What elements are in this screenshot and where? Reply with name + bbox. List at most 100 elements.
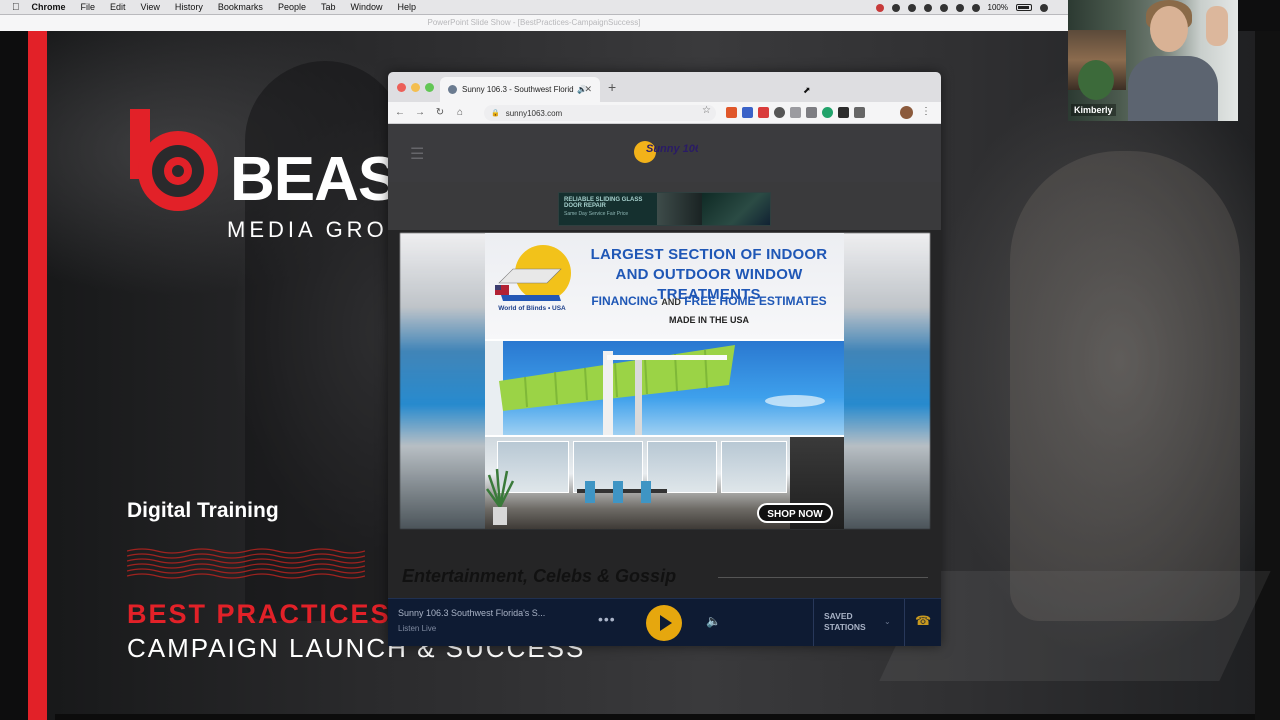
- puzzle-extensions-icon[interactable]: [838, 107, 849, 118]
- hamburger-menu-icon[interactable]: ☰: [410, 144, 424, 164]
- window-treatments-ad[interactable]: World of Blinds • USA LARGEST SECTION OF…: [485, 233, 844, 529]
- extension-icon[interactable]: [806, 107, 817, 118]
- player-station-name[interactable]: Sunny 106.3 Southwest Florida's S...: [398, 608, 563, 618]
- site-header: ☰ Sunny 106.3: [388, 124, 941, 182]
- window-close-button[interactable]: [397, 83, 406, 92]
- menu-edit[interactable]: Edit: [110, 2, 126, 12]
- player-divider: [813, 599, 814, 646]
- volume-icon[interactable]: [971, 3, 980, 12]
- powerpoint-window-title: PowerPoint Slide Show - [BestPractices-C…: [0, 15, 1068, 31]
- plant-icon: [485, 468, 515, 525]
- battery-percent: 100%: [987, 3, 1008, 12]
- reload-button[interactable]: ↻: [430, 107, 450, 118]
- menu-people[interactable]: People: [278, 2, 306, 12]
- window-maximize-button[interactable]: [425, 83, 434, 92]
- apple-icon[interactable]: : [12, 2, 20, 13]
- ad-header: World of Blinds • USA LARGEST SECTION OF…: [485, 233, 844, 339]
- menu-bookmarks[interactable]: Bookmarks: [218, 2, 263, 12]
- record-icon[interactable]: [875, 3, 884, 12]
- chrome-menu-icon[interactable]: ⋮: [921, 106, 931, 117]
- more-options-icon[interactable]: •••: [598, 611, 616, 627]
- lock-icon[interactable]: 🔒: [491, 109, 500, 117]
- background-woman-silhouette: [1010, 151, 1240, 621]
- room-window: [573, 441, 643, 493]
- extensions-area: [726, 107, 865, 118]
- logo-subtitle: MEDIA GROUP: [227, 219, 390, 241]
- dropbox-icon[interactable]: [907, 3, 916, 12]
- digital-training-label: Digital Training: [127, 499, 279, 522]
- bluetooth-icon[interactable]: [923, 3, 932, 12]
- extension-icon[interactable]: [790, 107, 801, 118]
- slide-bottom-bar: [55, 714, 1255, 720]
- webcam-person-face: [1150, 6, 1188, 52]
- best-practices-title: BEST PRACTICES: [127, 599, 391, 629]
- menu-chrome[interactable]: Chrome: [32, 2, 66, 12]
- menu-help[interactable]: Help: [398, 2, 417, 12]
- extension-icon[interactable]: [742, 107, 753, 118]
- volume-icon[interactable]: 🔈: [706, 614, 721, 628]
- ad-and: AND: [661, 297, 681, 307]
- decorative-wave-pattern: [127, 548, 365, 579]
- menu-file[interactable]: File: [81, 2, 96, 12]
- player-status: Listen Live: [398, 624, 437, 633]
- play-button[interactable]: [646, 605, 682, 641]
- slide-right-strip: [1255, 31, 1280, 720]
- ad-financing-line: FINANCING AND FREE HOME ESTIMATES: [580, 294, 838, 308]
- extension-icon[interactable]: [726, 107, 737, 118]
- display-icon[interactable]: [1040, 3, 1048, 12]
- room-window: [647, 441, 717, 493]
- battery-icon[interactable]: [1016, 4, 1032, 11]
- webcam-side-gap: [1238, 0, 1280, 31]
- logo-wordmark: BEASLEY: [230, 149, 390, 211]
- beasley-b-icon: [130, 109, 218, 211]
- extension-icon[interactable]: [758, 107, 769, 118]
- webcam-person-hand: [1206, 6, 1228, 46]
- webcam-video-tile[interactable]: Kimberly: [1068, 0, 1238, 121]
- webcam-plant: [1078, 60, 1114, 100]
- top-banner-ad[interactable]: RELIABLE SLIDING GLASS DOOR REPAIR Same …: [558, 192, 771, 226]
- phone-icon[interactable]: ☎: [915, 613, 931, 629]
- ad-brand-name: World of Blinds • USA: [498, 305, 566, 312]
- ad-financing: FINANCING: [591, 294, 659, 308]
- chevron-down-icon[interactable]: ⌄: [884, 617, 891, 626]
- home-button[interactable]: ⌂: [450, 107, 470, 118]
- interstitial-ad-overlay: World of Blinds • USA LARGEST SECTION OF…: [388, 230, 941, 604]
- extension-icon[interactable]: [822, 107, 833, 118]
- mouse-cursor-icon: ⬈: [803, 85, 811, 95]
- ad-made-in-usa: MADE IN THE USA: [668, 315, 749, 325]
- cloud-icon[interactable]: [891, 3, 900, 12]
- window-minimize-button[interactable]: [411, 83, 420, 92]
- webcam-person-body: [1128, 56, 1218, 121]
- ad-interior-image: SHOP NOW: [485, 437, 844, 529]
- menu-window[interactable]: Window: [350, 2, 382, 12]
- bookmark-star-icon[interactable]: ☆: [702, 105, 711, 116]
- back-button[interactable]: ←: [390, 107, 410, 118]
- profile-avatar[interactable]: [900, 106, 913, 119]
- shop-now-button[interactable]: SHOP NOW: [757, 503, 833, 523]
- browser-toolbar: ← → ↻ ⌂ 🔒 sunny1063.com ☆ ⋮: [388, 102, 941, 124]
- time-machine-icon[interactable]: [939, 3, 948, 12]
- extension-icon[interactable]: [774, 107, 785, 118]
- player-divider: [904, 599, 905, 646]
- room-chair: [641, 481, 651, 503]
- slide-left-strip: [0, 31, 28, 720]
- beasley-logo: BEASLEY MEDIA GROUP: [130, 109, 390, 244]
- wifi-icon[interactable]: [955, 3, 964, 12]
- top-ad-sub: Same Day Service Fair Price: [564, 211, 629, 217]
- tab-close-icon[interactable]: ✕: [584, 84, 592, 95]
- saved-stations-button[interactable]: SAVED STATIONS: [824, 611, 884, 633]
- web-page: ☰ Sunny 106.3 RELIABLE SLIDING GLASS DOO…: [388, 124, 941, 646]
- menu-view[interactable]: View: [141, 2, 160, 12]
- address-bar[interactable]: 🔒 sunny1063.com: [484, 105, 716, 121]
- tab-sunny-1063[interactable]: Sunny 106.3 - Southwest Florida's 🔊 ✕: [440, 77, 600, 102]
- menu-history[interactable]: History: [175, 2, 203, 12]
- sunny-1063-logo[interactable]: Sunny 106.3: [632, 138, 698, 170]
- extension-icon[interactable]: [854, 107, 865, 118]
- menu-tab[interactable]: Tab: [321, 2, 336, 12]
- tab-bar: Sunny 106.3 - Southwest Florida's 🔊 ✕ + …: [388, 72, 941, 102]
- tab-title: Sunny 106.3 - Southwest Florida's: [462, 85, 574, 94]
- forward-button[interactable]: →: [410, 107, 430, 118]
- section-heading[interactable]: Entertainment, Celebs & Gossip: [402, 566, 676, 587]
- participant-name: Kimberly: [1071, 104, 1116, 116]
- new-tab-button[interactable]: +: [608, 80, 616, 94]
